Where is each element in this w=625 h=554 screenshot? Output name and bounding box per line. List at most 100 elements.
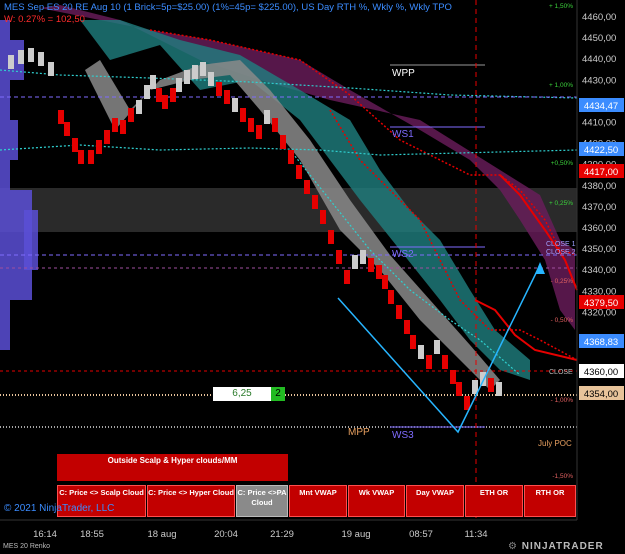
renko-brick-down [404, 320, 410, 334]
renko-brick-up [176, 78, 182, 92]
order-price-input[interactable]: 6,25 [213, 387, 271, 401]
svg-text:4417,00: 4417,00 [584, 167, 618, 178]
renko-brick-up [496, 382, 502, 396]
renko-brick-up [136, 100, 142, 114]
instrument-label: MES 20 Renko [3, 543, 51, 550]
renko-brick-down [64, 122, 70, 136]
renko-brick-down [388, 290, 394, 304]
pct-label: +0,50% [551, 160, 573, 167]
renko-brick-down [296, 165, 302, 179]
toolbar-button[interactable]: Wk VWAP [348, 485, 405, 517]
renko-brick-down [344, 270, 350, 284]
time-axis-label: 21:29 [270, 529, 294, 540]
price-axis-label: 4430,00 [582, 75, 616, 86]
svg-text:4368,83: 4368,83 [584, 337, 618, 348]
renko-brick-up [434, 340, 440, 354]
price-tag: 4417,00 [579, 164, 624, 178]
renko-brick-down [410, 335, 416, 349]
renko-brick-down [442, 355, 448, 369]
close-label: CLOSE [549, 369, 573, 376]
time-axis-label: 19 aug [341, 529, 370, 540]
renko-brick-down [248, 118, 254, 132]
toolbar-button[interactable]: C: Price <>PA Cloud [236, 485, 288, 517]
price-tag: 4368,83 [579, 334, 624, 348]
pct-label: + 1,00% [549, 82, 573, 89]
renko-brick-up [48, 62, 54, 76]
price-tag: 4422,50 [579, 142, 624, 156]
renko-brick-down [456, 382, 462, 396]
status-banner: Outside Scalp & Hyper clouds/MM [57, 454, 288, 481]
svg-text:4354,00: 4354,00 [584, 389, 618, 400]
price-axis-label: 4340,00 [582, 265, 616, 276]
renko-brick-up [200, 62, 206, 76]
price-axis-label: 4410,00 [582, 118, 616, 129]
pct-label: -1,50% [552, 473, 573, 480]
ws2-label: WS2 [392, 249, 414, 260]
time-axis-label: 16:14 [33, 529, 57, 540]
renko-brick-down [288, 150, 294, 164]
toolbar-button[interactable]: ETH OR [465, 485, 523, 517]
renko-brick-up [264, 110, 270, 124]
price-axis-label: 4450,00 [582, 33, 616, 44]
renko-brick-down [162, 95, 168, 109]
pct-label: - 0,50% [551, 317, 574, 324]
time-axis-label: 08:57 [409, 529, 433, 540]
time-axis-label: 20:04 [214, 529, 238, 540]
renko-brick-down [376, 265, 382, 279]
renko-brick-down [78, 150, 84, 164]
renko-brick-down [426, 355, 432, 369]
renko-brick-up [184, 70, 190, 84]
renko-brick-down [120, 120, 126, 134]
wpp-label: WPP [392, 68, 415, 79]
ws3-label: WS3 [392, 430, 414, 441]
renko-brick-down [96, 140, 102, 154]
chart-subheader: W: 0.27% = 102,50 [4, 14, 85, 25]
mpp-label: MPP [348, 427, 370, 438]
svg-text:4434,47: 4434,47 [584, 101, 618, 112]
july-poc-label: July POC [538, 439, 572, 448]
price-axis-label: 4360,00 [582, 223, 616, 234]
price-axis-label: 4370,00 [582, 202, 616, 213]
renko-brick-up [208, 72, 214, 86]
svg-text:4360,00: 4360,00 [584, 367, 618, 378]
renko-brick-down [72, 138, 78, 152]
toolbar-button[interactable]: RTH OR [524, 485, 576, 517]
renko-brick-up [8, 55, 14, 69]
renko-brick-down [58, 110, 64, 124]
renko-brick-up [144, 85, 150, 99]
renko-brick-down [336, 250, 342, 264]
time-axis: 16:14 18:55 18 aug 20:04 21:29 19 aug 08:57 11:… [33, 529, 487, 540]
renko-brick-up [418, 345, 424, 359]
ws1-label: WS1 [392, 129, 414, 140]
price-tag: 4360,00 [579, 364, 624, 378]
renko-brick-down [304, 180, 310, 194]
chart-header: MES Sep ES 20 RE Aug 10 (1 Brick=5p=$25.… [4, 2, 452, 13]
renko-brick-down [216, 82, 222, 96]
toolbar-button[interactable]: Day VWAP [406, 485, 464, 517]
renko-brick-up [28, 48, 34, 62]
renko-brick-down [368, 258, 374, 272]
price-axis-label: 4350,00 [582, 244, 616, 255]
time-axis-label: 18:55 [80, 529, 104, 540]
renko-brick-down [224, 90, 230, 104]
renko-brick-down [156, 88, 162, 102]
renko-brick-down [450, 370, 456, 384]
renko-brick-down [128, 108, 134, 122]
price-axis-label: 4460,00 [582, 12, 616, 23]
renko-brick-down [488, 378, 494, 392]
renko-brick-down [320, 210, 326, 224]
toolbar-button[interactable]: C: Price <> Hyper Cloud [147, 485, 235, 517]
toolbar-button[interactable]: Mnt VWAP [289, 485, 347, 517]
price-axis-label: 4440,00 [582, 54, 616, 65]
order-qty-badge[interactable]: 2 [271, 387, 285, 401]
renko-brick-down [112, 118, 118, 132]
svg-text:4379,50: 4379,50 [584, 298, 618, 309]
renko-brick-up [192, 65, 198, 79]
renko-brick-down [328, 230, 334, 244]
time-axis-label: 11:34 [464, 529, 487, 540]
renko-brick-down [280, 135, 286, 149]
renko-brick-up [150, 75, 156, 89]
range-band [0, 188, 577, 232]
renko-brick-down [104, 130, 110, 144]
pct-label: + 0,25% [549, 200, 573, 207]
